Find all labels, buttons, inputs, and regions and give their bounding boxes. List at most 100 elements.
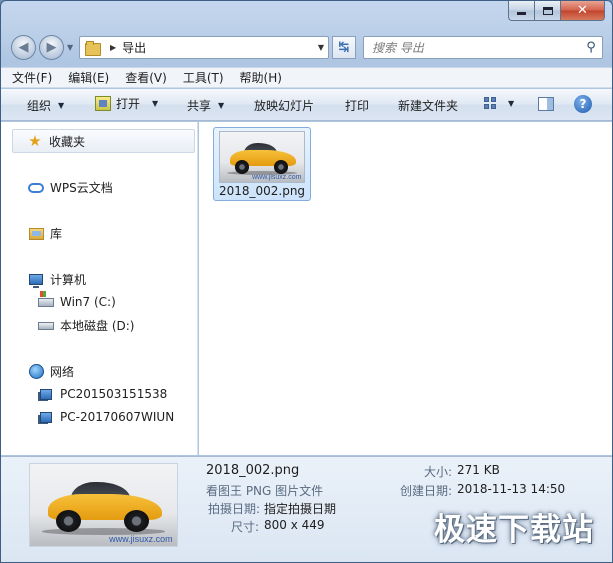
sidebar-item-label: PC-20170607WIUN (60, 410, 175, 424)
menu-tools[interactable]: 工具(T) (183, 69, 224, 86)
details-pane: www.jisuxz.com 2018_002.png 看图王 PNG 图片文件… (1, 456, 612, 562)
cloud-icon (28, 180, 44, 196)
details-created-label: 创建日期: (400, 484, 453, 498)
sidebar-item-network[interactable]: 网络 (28, 363, 74, 380)
system-drive-icon (38, 290, 54, 310)
details-thumbnail: www.jisuxz.com (29, 463, 178, 547)
sidebar-item-network-pc-2[interactable]: PC-20170607WIUN (38, 409, 174, 425)
car-photo-preview: www.jisuxz.com (30, 464, 177, 546)
open-label: 打开 (116, 97, 141, 111)
sidebar-item-wps-cloud[interactable]: WPS云文档 (28, 179, 113, 196)
details-dimensions-label: 尺寸: (231, 520, 260, 534)
new-folder-button[interactable]: 新建文件夹 (398, 97, 458, 114)
details-size-label: 大小: (424, 465, 453, 479)
sidebar-item-favorites[interactable]: ★ 收藏夹 (12, 129, 195, 153)
view-grid-icon (484, 97, 496, 109)
menu-view[interactable]: 查看(V) (125, 69, 167, 86)
details-taken-value[interactable]: 指定拍摄日期 (264, 500, 336, 517)
sidebar-item-label: PC201503151538 (60, 387, 168, 401)
chevron-down-icon: ▼ (152, 99, 159, 108)
sidebar-item-label: 计算机 (50, 273, 87, 287)
close-button[interactable]: ✕ (561, 1, 605, 21)
breadcrumb-chevron-icon[interactable]: ▶ (110, 43, 116, 52)
sidebar-item-label: 收藏夹 (49, 134, 86, 149)
computer-icon (28, 272, 44, 288)
print-label: 打印 (345, 99, 370, 113)
new-folder-label: 新建文件夹 (398, 99, 459, 113)
sidebar-item-label: WPS云文档 (50, 181, 113, 195)
navigation-pane: ★ 收藏夹 WPS云文档 库 计算机 Win7 (C:) 本地磁盘 (D:) 网… (1, 122, 198, 455)
menu-bar: 文件(F) 编辑(E) 查看(V) 工具(T) 帮助(H) (1, 67, 612, 88)
network-globe-icon (28, 364, 44, 380)
star-icon: ★ (28, 132, 42, 150)
slideshow-button[interactable]: 放映幻灯片 (254, 97, 314, 114)
network-computer-icon (38, 409, 54, 425)
file-thumbnail: www.jisuxz.com (219, 131, 305, 183)
sidebar-item-label: 本地磁盘 (D:) (60, 319, 135, 333)
file-item[interactable]: www.jisuxz.com 2018_002.png (213, 127, 311, 201)
chevron-down-icon: ▼ (58, 101, 65, 110)
close-icon: ✕ (577, 3, 588, 18)
address-dropdown-icon[interactable]: ▼ (314, 43, 328, 52)
refresh-icon: ↹ (338, 40, 350, 55)
sidebar-item-network-pc-1[interactable]: PC201503151538 (38, 386, 167, 402)
maximize-button[interactable] (535, 1, 561, 21)
preview-watermark: www.jisuxz.com (109, 533, 173, 544)
sidebar-item-drive-d[interactable]: 本地磁盘 (D:) (38, 317, 134, 334)
chevron-down-icon: ▼ (508, 98, 515, 108)
menu-help[interactable]: 帮助(H) (240, 69, 282, 86)
navigation-row: ◀ ▶ ▼ ▶ 导出 ▼ ↹ ⚲ (1, 31, 612, 63)
file-list-pane[interactable]: www.jisuxz.com 2018_002.png (199, 122, 612, 455)
search-box[interactable]: ⚲ (363, 36, 603, 59)
library-icon (28, 226, 44, 242)
change-view-button[interactable]: ▼ (484, 97, 514, 109)
share-button[interactable]: 共享 ▼ (187, 97, 224, 114)
sidebar-item-drive-c[interactable]: Win7 (C:) (38, 290, 116, 310)
recent-pages-dropdown[interactable]: ▼ (67, 43, 73, 52)
search-input[interactable] (372, 40, 580, 55)
breadcrumb-current[interactable]: 导出 (122, 39, 314, 56)
organize-button[interactable]: 组织 ▼ (27, 97, 64, 114)
network-computer-icon (38, 386, 54, 402)
sidebar-item-computer[interactable]: 计算机 (28, 271, 86, 288)
caption-buttons: ✕ (508, 1, 605, 21)
details-filename: 2018_002.png (206, 463, 300, 478)
back-button[interactable]: ◀ (11, 35, 36, 60)
organize-label: 组织 (27, 99, 52, 113)
print-button[interactable]: 打印 (345, 97, 369, 114)
details-created-value: 2018-11-13 14:50 (457, 482, 566, 496)
menu-file[interactable]: 文件(F) (12, 69, 52, 86)
details-filetype: 看图王 PNG 图片文件 (206, 484, 324, 498)
open-button[interactable]: 打开 ▼ (95, 95, 158, 112)
preview-pane-button[interactable] (538, 97, 554, 111)
file-name: 2018_002.png (218, 184, 306, 198)
chevron-down-icon: ▼ (218, 101, 225, 110)
minimize-icon (517, 12, 526, 15)
site-watermark: 极速下载站 (434, 512, 594, 548)
help-icon: ? (574, 95, 592, 113)
search-icon[interactable]: ⚲ (580, 40, 602, 55)
back-arrow-icon: ◀ (18, 40, 29, 55)
address-bar[interactable]: ▶ 导出 ▼ (79, 36, 329, 59)
preview-pane-icon (538, 97, 554, 111)
menu-edit[interactable]: 编辑(E) (68, 69, 109, 86)
sidebar-item-label: Win7 (C:) (60, 295, 116, 309)
details-taken-label: 拍摄日期: (208, 502, 261, 516)
sidebar-item-label: 库 (50, 227, 63, 241)
minimize-button[interactable] (508, 1, 535, 21)
details-size-value: 271 KB (457, 463, 500, 477)
forward-button[interactable]: ▶ (39, 35, 64, 60)
car-photo-thumbnail: www.jisuxz.com (220, 132, 304, 182)
share-label: 共享 (187, 99, 212, 113)
explorer-window: ✕ ◀ ▶ ▼ ▶ 导出 ▼ ↹ ⚲ 文件(F) 编辑(E) 查看(V) 工具(… (0, 0, 613, 563)
refresh-button[interactable]: ↹ (332, 36, 356, 59)
details-dimensions-value: 800 x 449 (264, 518, 325, 532)
sidebar-item-libraries[interactable]: 库 (28, 225, 62, 242)
thumbnail-watermark: www.jisuxz.com (252, 173, 302, 181)
sidebar-item-label: 网络 (50, 365, 75, 379)
maximize-icon (542, 6, 553, 15)
help-button[interactable]: ? (574, 95, 592, 113)
command-bar: 组织 ▼ 打开 ▼ 共享 ▼ 放映幻灯片 打印 新建文件夹 ▼ ? (1, 89, 612, 121)
open-with-icon (95, 96, 111, 111)
hard-drive-icon (38, 318, 54, 334)
